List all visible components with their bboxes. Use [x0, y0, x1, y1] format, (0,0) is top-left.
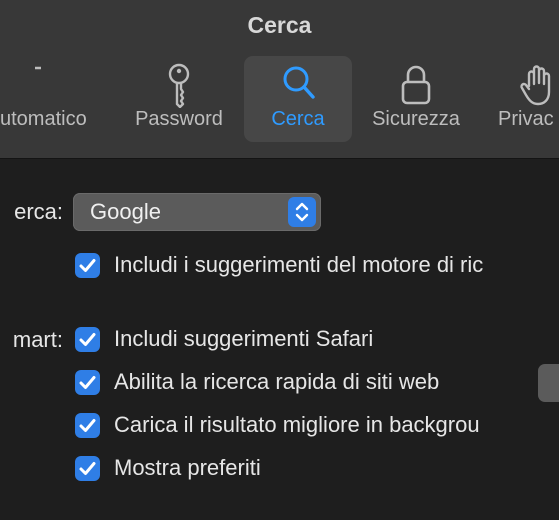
show-favorites-checkbox[interactable]: [75, 456, 100, 481]
tab-security-label: Sicurezza: [372, 108, 460, 130]
search-engine-label: erca:: [14, 199, 63, 224]
checkmark-icon: [79, 333, 96, 346]
hand-icon: [520, 65, 551, 106]
quick-website-search-label: Abilita la ricerca rapida di siti web: [114, 369, 440, 394]
preferences-toolbar: Cerca utomatico Password Cerca Sicurezza: [0, 0, 559, 159]
popup-stepper: [288, 197, 316, 227]
preload-top-hit-label: Carica il risultato migliore in backgrou: [114, 412, 480, 437]
search-engine-popup[interactable]: Google: [73, 193, 321, 231]
tab-autofill[interactable]: utomatico: [0, 56, 110, 142]
include-safari-suggestions-label: Includi suggerimenti Safari: [114, 326, 374, 351]
quick-website-search-checkbox[interactable]: [75, 370, 100, 395]
window-title: Cerca: [247, 12, 312, 38]
checkmark-icon: [79, 419, 96, 432]
search-engine-value: Google: [90, 199, 161, 224]
tab-security[interactable]: Sicurezza: [364, 56, 468, 142]
preload-top-hit-checkbox[interactable]: [75, 413, 100, 438]
chevron-updown-icon: [295, 202, 309, 222]
include-engine-suggestions-checkbox[interactable]: [75, 253, 100, 278]
tab-passwords[interactable]: Password: [126, 56, 232, 142]
show-favorites-label: Mostra preferiti: [114, 455, 261, 480]
tab-privacy[interactable]: Privac: [494, 56, 559, 142]
include-safari-suggestions-checkbox[interactable]: [75, 327, 100, 352]
include-engine-suggestions-label: Includi i suggerimenti del motore di ric: [114, 252, 484, 277]
tab-search[interactable]: Cerca: [244, 56, 352, 142]
checkmark-icon: [79, 462, 96, 475]
key-icon: [168, 63, 190, 108]
search-icon: [283, 66, 315, 99]
manage-websites-button[interactable]: [538, 364, 559, 402]
smart-search-label: mart:: [12, 327, 63, 352]
tab-privacy-label: Privac: [498, 108, 554, 130]
checkmark-icon: [79, 376, 96, 389]
general-icon: [35, 66, 41, 70]
tab-autofill-label: utomatico: [0, 108, 87, 130]
checkmark-icon: [79, 259, 96, 272]
tab-search-label: Cerca: [271, 108, 325, 130]
tab-passwords-label: Password: [135, 108, 223, 130]
lock-icon: [401, 65, 431, 105]
